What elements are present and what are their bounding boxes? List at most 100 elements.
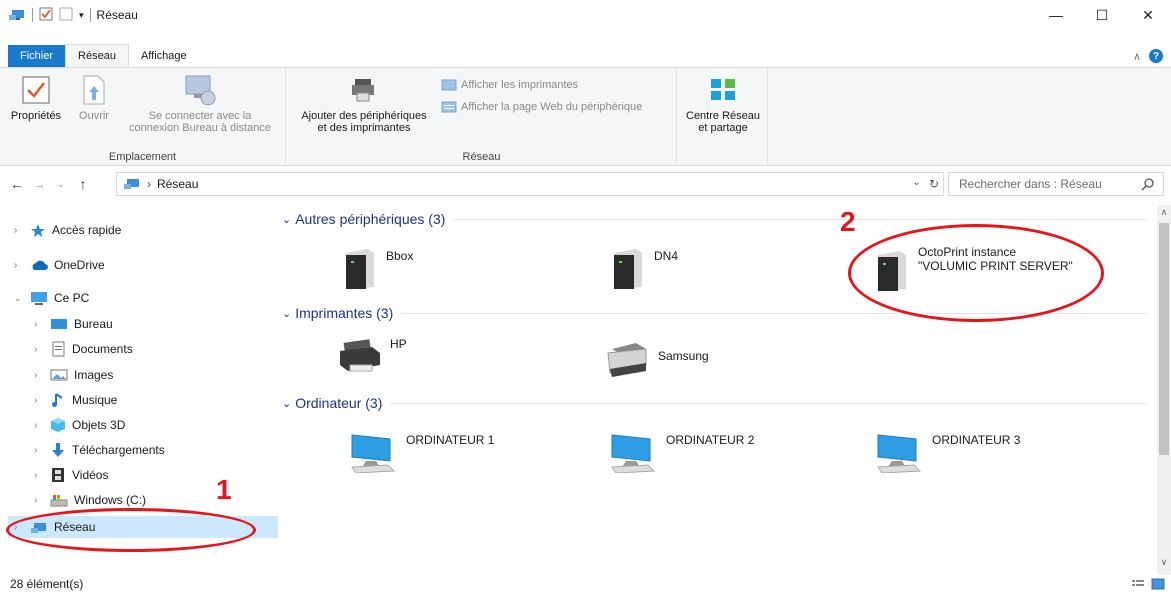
show-printers-button[interactable]: Afficher les imprimantes bbox=[441, 78, 578, 92]
back-button[interactable]: ← bbox=[6, 176, 28, 192]
breadcrumb-network[interactable]: Réseau bbox=[157, 177, 198, 191]
close-button[interactable]: ✕ bbox=[1125, 0, 1171, 30]
tab-file[interactable]: Fichier bbox=[8, 45, 66, 67]
group-label-location: Emplacement bbox=[108, 151, 177, 163]
collapse-chevron-icon: ⌄ bbox=[282, 213, 292, 226]
annotation-ellipse-octoprint bbox=[848, 224, 1104, 322]
ribbon-group-location: Propriétés Ouvrir Se connecter avec la c… bbox=[0, 68, 286, 166]
status-bar: 28 élément(s) bbox=[0, 576, 1171, 592]
images-icon bbox=[50, 369, 68, 381]
collapse-chevron-icon: ⌄ bbox=[282, 307, 292, 320]
show-device-webpage-button[interactable]: Afficher la page Web du périphérique bbox=[441, 100, 642, 114]
item-count: 28 élément(s) bbox=[10, 577, 84, 591]
properties-button[interactable]: Propriétés bbox=[6, 74, 66, 122]
address-dropdown-icon[interactable]: ⌄ bbox=[913, 177, 921, 191]
open-icon bbox=[78, 74, 110, 106]
computer-3[interactable]: ORDINATEUR 3 bbox=[874, 431, 1020, 473]
network-icon bbox=[123, 176, 141, 193]
nav-documents[interactable]: › Documents bbox=[34, 338, 133, 360]
nav-images[interactable]: › Images bbox=[34, 364, 113, 386]
computer-icon bbox=[31, 292, 47, 305]
annotation-number-1: 1 bbox=[216, 474, 232, 505]
add-devices-button[interactable]: Ajouter des périphériques et des imprima… bbox=[289, 74, 439, 134]
printer-icon bbox=[607, 343, 647, 377]
group-computers[interactable]: ⌄ Ordinateur (3) bbox=[282, 395, 1147, 411]
qat-dropdown-icon[interactable]: ▾ bbox=[79, 10, 84, 21]
nav-quick-access[interactable]: › Accès rapide bbox=[14, 219, 121, 241]
nav-music[interactable]: › Musique bbox=[34, 389, 117, 411]
network-icon bbox=[8, 7, 26, 24]
nav-desktop[interactable]: › Bureau bbox=[34, 313, 113, 335]
server-icon bbox=[614, 249, 642, 289]
download-arrow-icon bbox=[52, 443, 64, 457]
help-icon[interactable]: ? bbox=[1149, 49, 1163, 63]
properties-icon bbox=[20, 74, 52, 106]
tab-network[interactable]: Réseau bbox=[65, 44, 129, 67]
computer-icon bbox=[351, 434, 396, 473]
server-icon bbox=[346, 249, 374, 289]
address-bar[interactable]: › Réseau ⌄ ↻ bbox=[116, 172, 944, 196]
details-view-icon[interactable] bbox=[1131, 578, 1145, 590]
drive-icon bbox=[50, 495, 68, 507]
nav-3d-objects[interactable]: › Objets 3D bbox=[34, 414, 125, 436]
refresh-icon[interactable]: ↻ bbox=[929, 177, 939, 191]
search-icon bbox=[1141, 177, 1155, 194]
scroll-down-icon[interactable]: ∨ bbox=[1157, 557, 1171, 568]
up-button[interactable]: ↑ bbox=[72, 176, 94, 192]
open-button[interactable]: Ouvrir bbox=[72, 74, 116, 122]
group-other-devices[interactable]: ⌄ Autres périphériques (3) bbox=[282, 211, 1147, 227]
address-row: ← → ⌄ ↑ › Réseau ⌄ ↻ Rechercher dans : R… bbox=[0, 170, 1171, 198]
ribbon-group-network: Ajouter des périphériques et des imprima… bbox=[287, 68, 677, 166]
annotation-number-2: 2 bbox=[840, 206, 856, 237]
ribbon-group-sharing: Centre Réseau et partage bbox=[678, 68, 768, 166]
quick-access-toolbar: ▾ bbox=[0, 7, 91, 24]
forward-button[interactable]: → bbox=[28, 176, 50, 192]
nav-onedrive[interactable]: › OneDrive bbox=[14, 254, 105, 276]
ribbon-collapse-icon[interactable]: ∧ bbox=[1133, 50, 1141, 63]
title-bar: ▾ Réseau — ☐ ✕ bbox=[0, 0, 1171, 30]
properties-qat-icon[interactable] bbox=[39, 7, 53, 24]
webpage-small-icon bbox=[441, 101, 457, 113]
ribbon-tabs: Fichier Réseau Affichage ∧ ? bbox=[0, 44, 1171, 68]
desktop-icon bbox=[51, 319, 67, 329]
window-title: Réseau bbox=[96, 8, 138, 22]
cube-icon bbox=[51, 418, 65, 432]
computer-icon bbox=[877, 434, 922, 473]
computer-1[interactable]: ORDINATEUR 1 bbox=[348, 431, 494, 473]
nav-videos[interactable]: › Vidéos bbox=[34, 464, 108, 486]
network-center-button[interactable]: Centre Réseau et partage bbox=[678, 74, 768, 134]
printer-icon bbox=[340, 339, 380, 372]
recent-locations-button[interactable]: ⌄ bbox=[50, 179, 72, 190]
remote-desktop-icon bbox=[184, 74, 216, 106]
printer-hp[interactable]: HP bbox=[338, 335, 407, 375]
device-dn4[interactable]: DN4 bbox=[610, 247, 678, 291]
maximize-button[interactable]: ☐ bbox=[1079, 0, 1125, 30]
new-folder-qat-icon[interactable] bbox=[59, 7, 73, 24]
tab-view[interactable]: Affichage bbox=[129, 45, 199, 67]
device-bbox[interactable]: Bbox bbox=[342, 247, 413, 291]
printer-samsung[interactable]: Samsung bbox=[606, 339, 709, 379]
breadcrumb-separator-icon: › bbox=[147, 177, 151, 191]
vertical-scrollbar[interactable]: ∧ ∨ bbox=[1157, 205, 1171, 575]
nav-this-pc[interactable]: ⌄ Ce PC bbox=[14, 287, 89, 309]
cloud-icon bbox=[32, 260, 48, 270]
scroll-up-icon[interactable]: ∧ bbox=[1157, 207, 1171, 218]
film-icon bbox=[52, 468, 64, 482]
remote-desktop-button[interactable]: Se connecter avec la connexion Bureau à … bbox=[118, 74, 282, 134]
nav-downloads[interactable]: › Téléchargements bbox=[34, 439, 165, 461]
group-label-network: Réseau bbox=[462, 151, 501, 163]
annotation-ellipse-network bbox=[6, 508, 256, 552]
collapse-chevron-icon: ⌄ bbox=[282, 397, 292, 410]
large-icons-view-icon[interactable] bbox=[1151, 578, 1165, 590]
documents-icon bbox=[52, 341, 65, 357]
scrollbar-thumb[interactable] bbox=[1159, 223, 1169, 455]
network-center-icon bbox=[707, 74, 739, 106]
computer-icon bbox=[611, 434, 656, 473]
ribbon: Propriétés Ouvrir Se connecter avec la c… bbox=[0, 68, 1171, 166]
add-printer-icon bbox=[348, 74, 380, 106]
printers-small-icon bbox=[441, 79, 457, 91]
search-input[interactable]: Rechercher dans : Réseau bbox=[948, 172, 1164, 196]
star-icon bbox=[31, 224, 45, 237]
minimize-button[interactable]: — bbox=[1033, 0, 1079, 30]
computer-2[interactable]: ORDINATEUR 2 bbox=[608, 431, 754, 473]
